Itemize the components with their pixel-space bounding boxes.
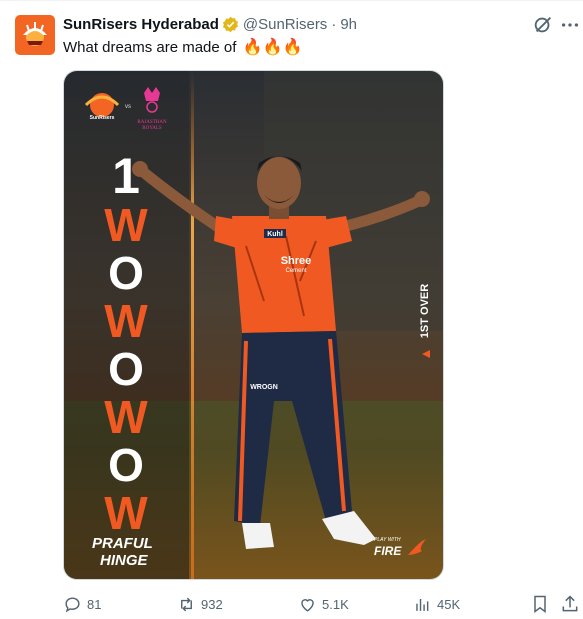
rr-line2: ROYALS (142, 126, 162, 131)
over-figure-4: O (108, 343, 144, 395)
tweet-media-image[interactable]: SunRisers vs RAJASTHAN ROYALS 1WOWOWOW K… (63, 70, 444, 580)
over-figure-2: O (108, 247, 144, 299)
slogan-line1: PLAY WITH (374, 537, 401, 543)
share-icon[interactable] (560, 594, 580, 614)
views-count: 45K (437, 596, 461, 612)
jersey-chest-text: Kuhl (267, 231, 283, 238)
over-figure-1: W (104, 199, 148, 251)
srh-logo-text: SunRisers (90, 115, 115, 121)
player-name: PRAFUL HINGE (92, 535, 153, 569)
grok-icon[interactable] (532, 14, 554, 36)
player-last-name: HINGE (100, 552, 149, 569)
more-icon[interactable] (559, 14, 581, 36)
vs-text: vs (125, 104, 131, 110)
reply-button[interactable]: 81 (63, 592, 101, 616)
like-button[interactable]: 5.1K (298, 592, 349, 616)
trouser-brand-text: WROGN (250, 384, 278, 391)
slogan-line2: FIRE (374, 544, 402, 558)
player-first-name: PRAFUL (92, 535, 153, 552)
views-button[interactable]: 45K (413, 592, 460, 616)
bookmark-icon[interactable] (530, 594, 550, 614)
avatar[interactable] (15, 15, 55, 55)
match-graphic: SunRisers vs RAJASTHAN ROYALS 1WOWOWOW K… (64, 71, 443, 579)
over-figures: 1WOWOWOW (104, 148, 148, 539)
repost-button[interactable]: 932 (177, 592, 223, 616)
reply-icon (65, 596, 80, 612)
over-figure-0: 1 (112, 148, 140, 204)
action-bar: 81 932 5.1K 45K (63, 592, 583, 616)
separator-dot: · (331, 15, 337, 33)
rr-line1: RAJASTHAN (137, 120, 167, 125)
srh-logo (15, 15, 55, 55)
over-figure-3: W (104, 295, 148, 347)
jersey-sponsor-sub: Cement (285, 268, 306, 274)
over-label: 1ST OVER (419, 284, 431, 338)
like-icon (301, 598, 314, 612)
over-figure-6: O (108, 439, 144, 491)
jersey-sponsor-text: Shree (281, 255, 312, 267)
top-divider (0, 0, 583, 1)
over-figure-7: W (104, 487, 148, 539)
handle[interactable]: @SunRisers (243, 16, 327, 33)
fire-emoji: 🔥🔥🔥 (242, 39, 303, 56)
views-icon (416, 598, 429, 611)
verified-badge-icon (222, 16, 239, 33)
display-name[interactable]: SunRisers Hyderabad (63, 16, 219, 33)
tweet-body: What dreams are made of (63, 39, 237, 56)
reply-count: 81 (87, 596, 102, 612)
over-figure-5: W (104, 391, 148, 443)
tweet-text: What dreams are made of 🔥🔥🔥 (63, 38, 302, 58)
like-count: 5.1K (322, 596, 349, 612)
repost-count: 932 (201, 596, 223, 612)
repost-icon (181, 597, 192, 611)
tweet-header: SunRisers Hyderabad @SunRisers · 9h (63, 14, 357, 34)
timestamp[interactable]: 9h (340, 16, 357, 33)
